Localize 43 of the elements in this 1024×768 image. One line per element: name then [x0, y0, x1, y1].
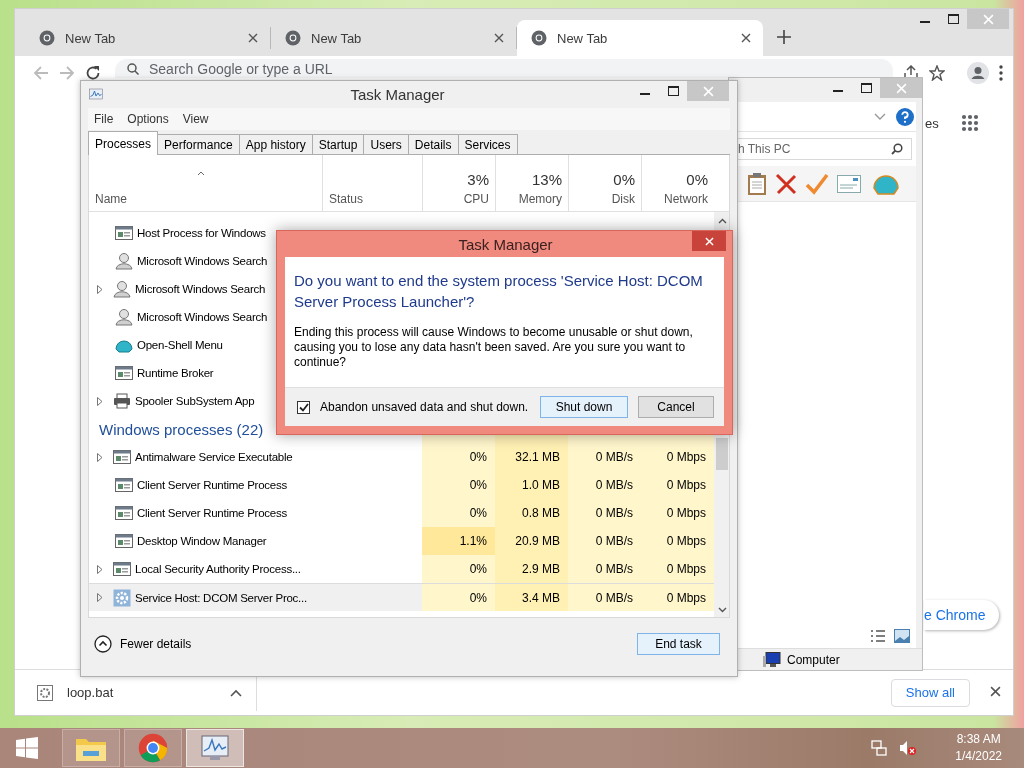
table-cell: 1.0 MB	[495, 471, 568, 499]
table-cell: 0%	[422, 555, 495, 583]
table-cell: 0%	[422, 443, 495, 471]
process-name: Local Security Authority Process...	[135, 563, 301, 575]
table-cell: 0 MB/s	[568, 499, 641, 527]
table-cell: 0%	[422, 584, 495, 611]
table-cell: 2.9 MB	[495, 555, 568, 583]
process-name: Microsoft Windows Search	[135, 283, 266, 295]
table-cell: 0 Mbps	[641, 499, 714, 527]
table-cell: 0 Mbps	[641, 555, 714, 583]
process-name: Runtime Broker	[137, 367, 214, 379]
status-text: Computer	[787, 652, 840, 667]
table-cell: 0 Mbps	[641, 471, 714, 499]
process-name: Open-Shell Menu	[137, 339, 223, 351]
table-cell: 1.1%	[422, 527, 495, 555]
table-cell: 0 Mbps	[641, 584, 714, 611]
window-title: Task Manager	[349, 86, 446, 103]
table-cell: 0 MB/s	[568, 443, 641, 471]
process-name: Service Host: DCOM Server Proc...	[135, 591, 307, 604]
table-cell: 32.1 MB	[495, 443, 568, 471]
table-cell: 0 MB/s	[568, 555, 641, 583]
process-name: Client Server Runtime Process	[137, 507, 287, 519]
process-name: Spooler SubSystem App	[135, 395, 255, 407]
table-cell: 0 Mbps	[641, 527, 714, 555]
table-cell: 3.4 MB	[495, 584, 568, 611]
table-cell: 0%	[422, 471, 495, 499]
group-header: Windows processes (22)	[98, 420, 265, 438]
table-cell: 0 MB/s	[568, 471, 641, 499]
process-name: Microsoft Windows Search	[137, 311, 268, 323]
table-cell: 0%	[422, 499, 495, 527]
process-name: Host Process for Windows	[137, 227, 266, 239]
table-cell: 0.8 MB	[495, 499, 568, 527]
dialog-question: Do you want to end the system process 'Service Host: DCOM Server Process Launcher'?	[293, 271, 704, 312]
table-cell: 0 Mbps	[641, 443, 714, 471]
table-cell: 0 MB/s	[568, 527, 641, 555]
dialog-title: Task Manager	[457, 235, 554, 253]
table-cell: 20.9 MB	[495, 527, 568, 555]
table-cell: 0 MB/s	[568, 584, 641, 611]
process-name: Microsoft Windows Search	[137, 255, 268, 267]
process-name: Client Server Runtime Process	[137, 479, 287, 491]
process-name: Antimalware Service Executable	[135, 451, 293, 463]
process-name: Desktop Window Manager	[137, 535, 267, 547]
dialog-message: Ending this process will cause Windows to become unusable or shut down, causing you to lose any data hasn't been saved. Are you sure you want to continue?	[293, 324, 694, 371]
